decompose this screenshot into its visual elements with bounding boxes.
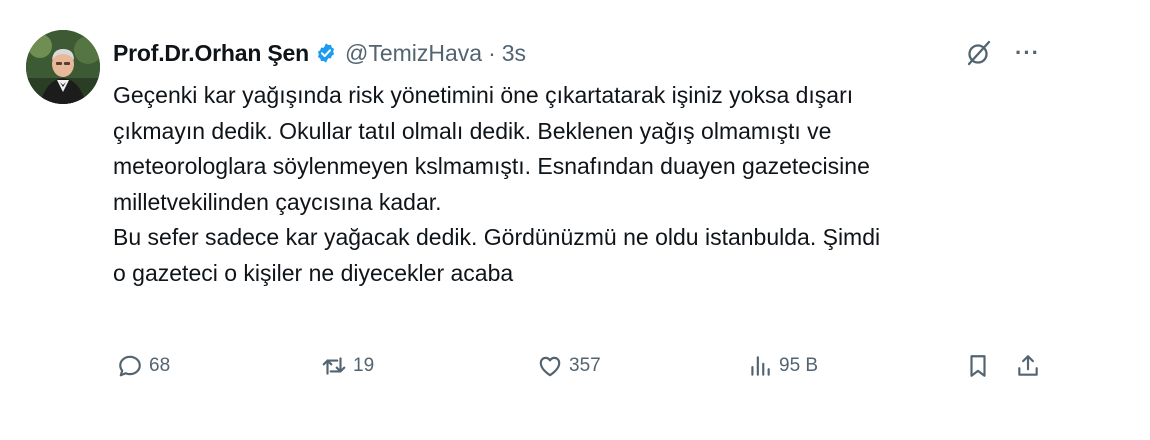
more-options-icon[interactable]: ··· xyxy=(1015,39,1040,67)
views-count: 95 B xyxy=(779,355,819,376)
tweet-text-line: çıkmayın dedik. Okullar tatıl olmalı ded… xyxy=(113,117,832,144)
author-handle[interactable]: @TemizHava xyxy=(345,38,482,68)
heart-icon xyxy=(537,353,563,379)
bookmark-button[interactable] xyxy=(965,351,991,381)
share-button[interactable] xyxy=(1015,351,1041,381)
tweet-text-line: o gazeteci o kişiler ne diyecekler acaba xyxy=(113,259,514,286)
profile-photo xyxy=(26,30,100,104)
views-button[interactable]: 95 B xyxy=(747,351,818,381)
separator-dot: · xyxy=(488,40,496,66)
tweet-header: Prof.Dr.Orhan Şen @TemizHava · 3s xyxy=(113,36,526,70)
tweet-card[interactable]: Prof.Dr.Orhan Şen @TemizHava · 3s ··· Ge… xyxy=(10,10,1080,405)
views-icon xyxy=(747,353,773,379)
like-button[interactable]: 357 xyxy=(537,351,601,381)
tweet-text-line: milletvekilinden çaycısına kadar. xyxy=(113,188,442,215)
tweet-timestamp[interactable]: 3s xyxy=(502,38,526,68)
reply-button[interactable]: 68 xyxy=(117,351,170,381)
retweet-icon xyxy=(321,353,347,379)
header-actions: ··· xyxy=(965,38,1040,68)
verified-badge-icon xyxy=(315,42,337,64)
avatar[interactable] xyxy=(26,30,100,104)
retweet-button[interactable]: 19 xyxy=(321,351,374,381)
reply-icon xyxy=(117,353,143,379)
share-icon xyxy=(1015,353,1041,379)
tweet-text-line: Bu sefer sadece kar yağacak dedik. Gördü… xyxy=(113,224,881,250)
like-count: 357 xyxy=(569,355,601,376)
tweet-text-line: Geçenki kar yağışında risk yönetimini ön… xyxy=(113,82,854,108)
tweet-text-line: meteorologlara söylenmeyen kslmamıştı. E… xyxy=(113,153,870,179)
tweet-text: Geçenki kar yağışında risk yönetimini ön… xyxy=(113,78,1073,291)
grok-icon[interactable] xyxy=(965,39,993,67)
reply-count: 68 xyxy=(149,355,171,376)
retweet-count: 19 xyxy=(353,355,375,376)
tweet-actions: 68 19 357 95 B xyxy=(113,351,1073,381)
bookmark-icon xyxy=(965,353,991,379)
author-display-name[interactable]: Prof.Dr.Orhan Şen xyxy=(113,38,309,68)
